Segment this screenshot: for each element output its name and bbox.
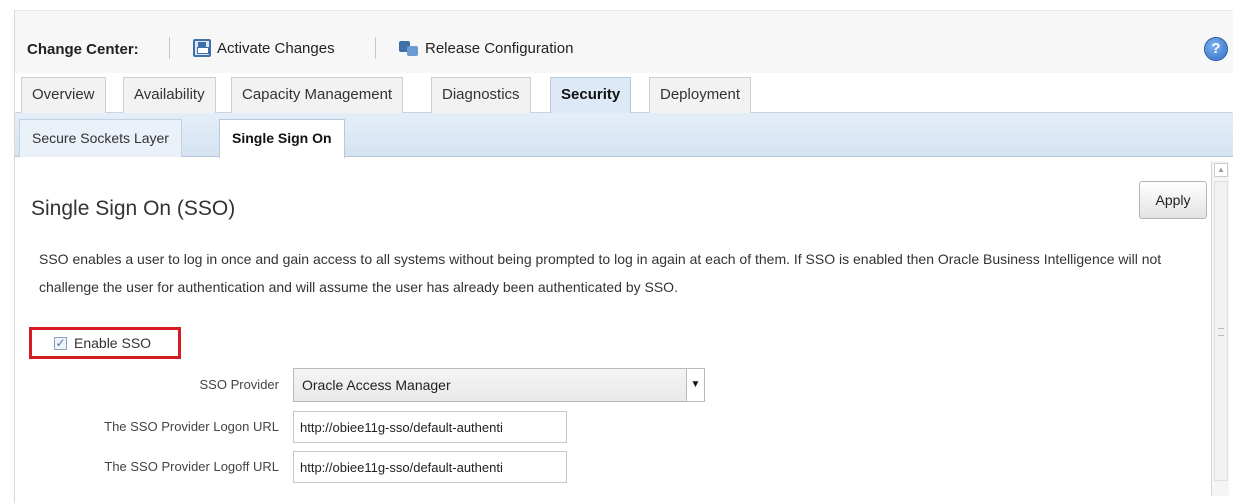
activate-changes-label: Activate Changes: [217, 39, 335, 57]
change-center-label: Change Center:: [27, 41, 139, 58]
logon-url-label: The SSO Provider Logon URL: [104, 419, 279, 434]
sso-description: SSO enables a user to log in once and ga…: [39, 251, 1162, 295]
tab-availability[interactable]: Availability: [123, 77, 216, 113]
logoff-url-label: The SSO Provider Logoff URL: [104, 459, 279, 474]
main-tabs: Overview Availability Capacity Managemen…: [15, 73, 1233, 114]
logon-url-input[interactable]: [293, 411, 567, 443]
tab-diagnostics[interactable]: Diagnostics: [431, 77, 531, 113]
sso-provider-value: Oracle Access Manager: [302, 377, 451, 393]
change-center-bar: Change Center: Activate Changes Release …: [15, 11, 1233, 73]
separator: [375, 37, 376, 59]
scroll-up-arrow-icon[interactable]: ▲: [1214, 163, 1228, 177]
sso-provider-label: SSO Provider: [199, 377, 279, 392]
tab-overview[interactable]: Overview: [21, 77, 106, 113]
scroll-thumb[interactable]: [1214, 181, 1228, 481]
scroll-grip-icon: [1218, 328, 1224, 336]
sso-provider-select[interactable]: Oracle Access Manager ▼: [293, 368, 705, 402]
activate-changes-button[interactable]: Activate Changes: [193, 39, 335, 57]
enable-sso-label[interactable]: Enable SSO: [74, 335, 151, 351]
page-title: Single Sign On (SSO): [31, 197, 236, 220]
apply-button[interactable]: Apply: [1139, 181, 1207, 219]
logoff-url-input[interactable]: [293, 451, 567, 483]
subtab-single-sign-on[interactable]: Single Sign On: [219, 119, 345, 158]
vertical-scrollbar[interactable]: ▲: [1211, 161, 1229, 496]
help-icon[interactable]: ?: [1205, 38, 1227, 60]
enable-sso-highlight: ✓ Enable SSO: [29, 327, 181, 359]
dropdown-arrow-icon[interactable]: ▼: [686, 369, 704, 401]
tab-capacity-management[interactable]: Capacity Management: [231, 77, 404, 113]
release-configuration-label: Release Configuration: [425, 39, 574, 57]
sso-content-panel: Single Sign On (SSO) Apply SSO enables a…: [15, 157, 1215, 504]
tab-deployment[interactable]: Deployment: [649, 77, 752, 113]
security-subtabs: Secure Sockets Layer Single Sign On: [15, 113, 1233, 158]
enable-sso-checkbox[interactable]: ✓: [54, 337, 67, 350]
tab-security[interactable]: Security: [550, 77, 632, 114]
separator: [169, 37, 170, 59]
save-icon: [193, 39, 211, 57]
admin-console-frame: Change Center: Activate Changes Release …: [14, 10, 1233, 504]
release-icon: [399, 39, 419, 57]
release-configuration-button[interactable]: Release Configuration: [399, 39, 573, 57]
subtab-secure-sockets-layer[interactable]: Secure Sockets Layer: [19, 119, 182, 157]
